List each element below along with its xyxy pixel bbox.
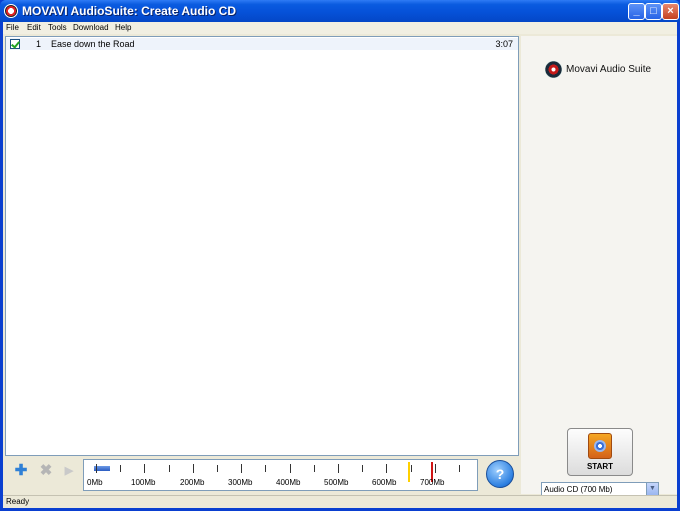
scale-tick [338,464,339,473]
track-list[interactable]: 1 Ease down the Road 3:07 [5,36,519,456]
disc-size-scale: 0Mb 100Mb 200Mb 300Mb 400Mb 500Mb 600Mb … [83,459,478,491]
status-text: Ready [6,497,30,506]
scale-tick [313,465,315,472]
scale-tick [192,464,194,473]
scale-label: 500Mb [324,478,349,487]
track-duration: 3:07 [495,39,513,49]
scale-label: 200Mb [180,478,205,487]
menu-bar: File Edit Tools Download Help [3,22,677,34]
brand-name: Movavi Audio Suite [566,64,652,75]
client-area: File Edit Tools Download Help 1 Ease dow… [3,22,677,508]
scale-tick [241,464,243,473]
remove-icon[interactable]: ✖ [38,463,54,479]
scale-tick [362,465,364,472]
brand-logo: Movavi Audio Suite [545,61,665,79]
menu-tools[interactable]: Tools [48,23,67,32]
status-bar: Ready [3,495,677,508]
menu-edit[interactable]: Edit [27,23,41,32]
movavi-logo-icon [545,61,562,78]
track-row[interactable]: 1 Ease down the Road 3:07 [6,38,518,50]
scale-tick [386,464,388,473]
disc-type-value: Audio CD (700 Mb) [544,485,613,494]
scale-label: 100Mb [131,478,156,487]
side-panel: Movavi Audio Suite START Audio CD (700 M… [521,36,677,496]
scale-label: 300Mb [228,478,253,487]
movavi-app-icon[interactable] [4,4,18,18]
scale-tick [168,465,170,472]
maximize-button[interactable]: □ [645,3,662,20]
scale-tick [289,464,291,473]
track-title: Ease down the Road [51,39,135,49]
help-icon[interactable]: ? [486,460,514,488]
scale-label: 0Mb [87,478,103,487]
disc-type-select[interactable]: Audio CD (700 Mb) ▼ [541,482,659,496]
burn-disc-icon [588,433,612,459]
menu-help[interactable]: Help [115,23,131,32]
scale-tick [96,464,97,473]
scale-tick [410,465,412,472]
scale-tick [265,465,267,472]
scale-label: 700Mb [420,478,445,487]
window-title: MOVAVI AudioSuite: Create Audio CD [22,4,237,18]
scale-tick [144,464,146,473]
title-bar[interactable]: MOVAVI AudioSuite: Create Audio CD _ □ × [0,0,680,22]
play-icon[interactable]: ▶ [61,463,77,479]
start-button-label: START [586,462,614,471]
scale-tick [459,465,460,472]
menu-file[interactable]: File [6,23,19,32]
chevron-down-icon[interactable]: ▼ [646,483,658,495]
track-checkbox[interactable] [10,39,20,49]
scale-label: 400Mb [276,478,301,487]
start-button[interactable]: START [567,428,633,476]
scale-tick [434,464,436,473]
close-button[interactable]: × [662,3,679,20]
scale-tick [217,465,218,472]
minimize-button[interactable]: _ [628,3,645,20]
app-window: MOVAVI AudioSuite: Create Audio CD _ □ ×… [0,0,680,511]
scale-tick [120,465,122,472]
track-number: 1 [36,39,42,49]
scale-label: 600Mb [372,478,397,487]
menu-download[interactable]: Download [73,23,109,32]
warning-limit-marker [408,462,410,482]
add-icon[interactable]: ✚ [13,463,29,479]
